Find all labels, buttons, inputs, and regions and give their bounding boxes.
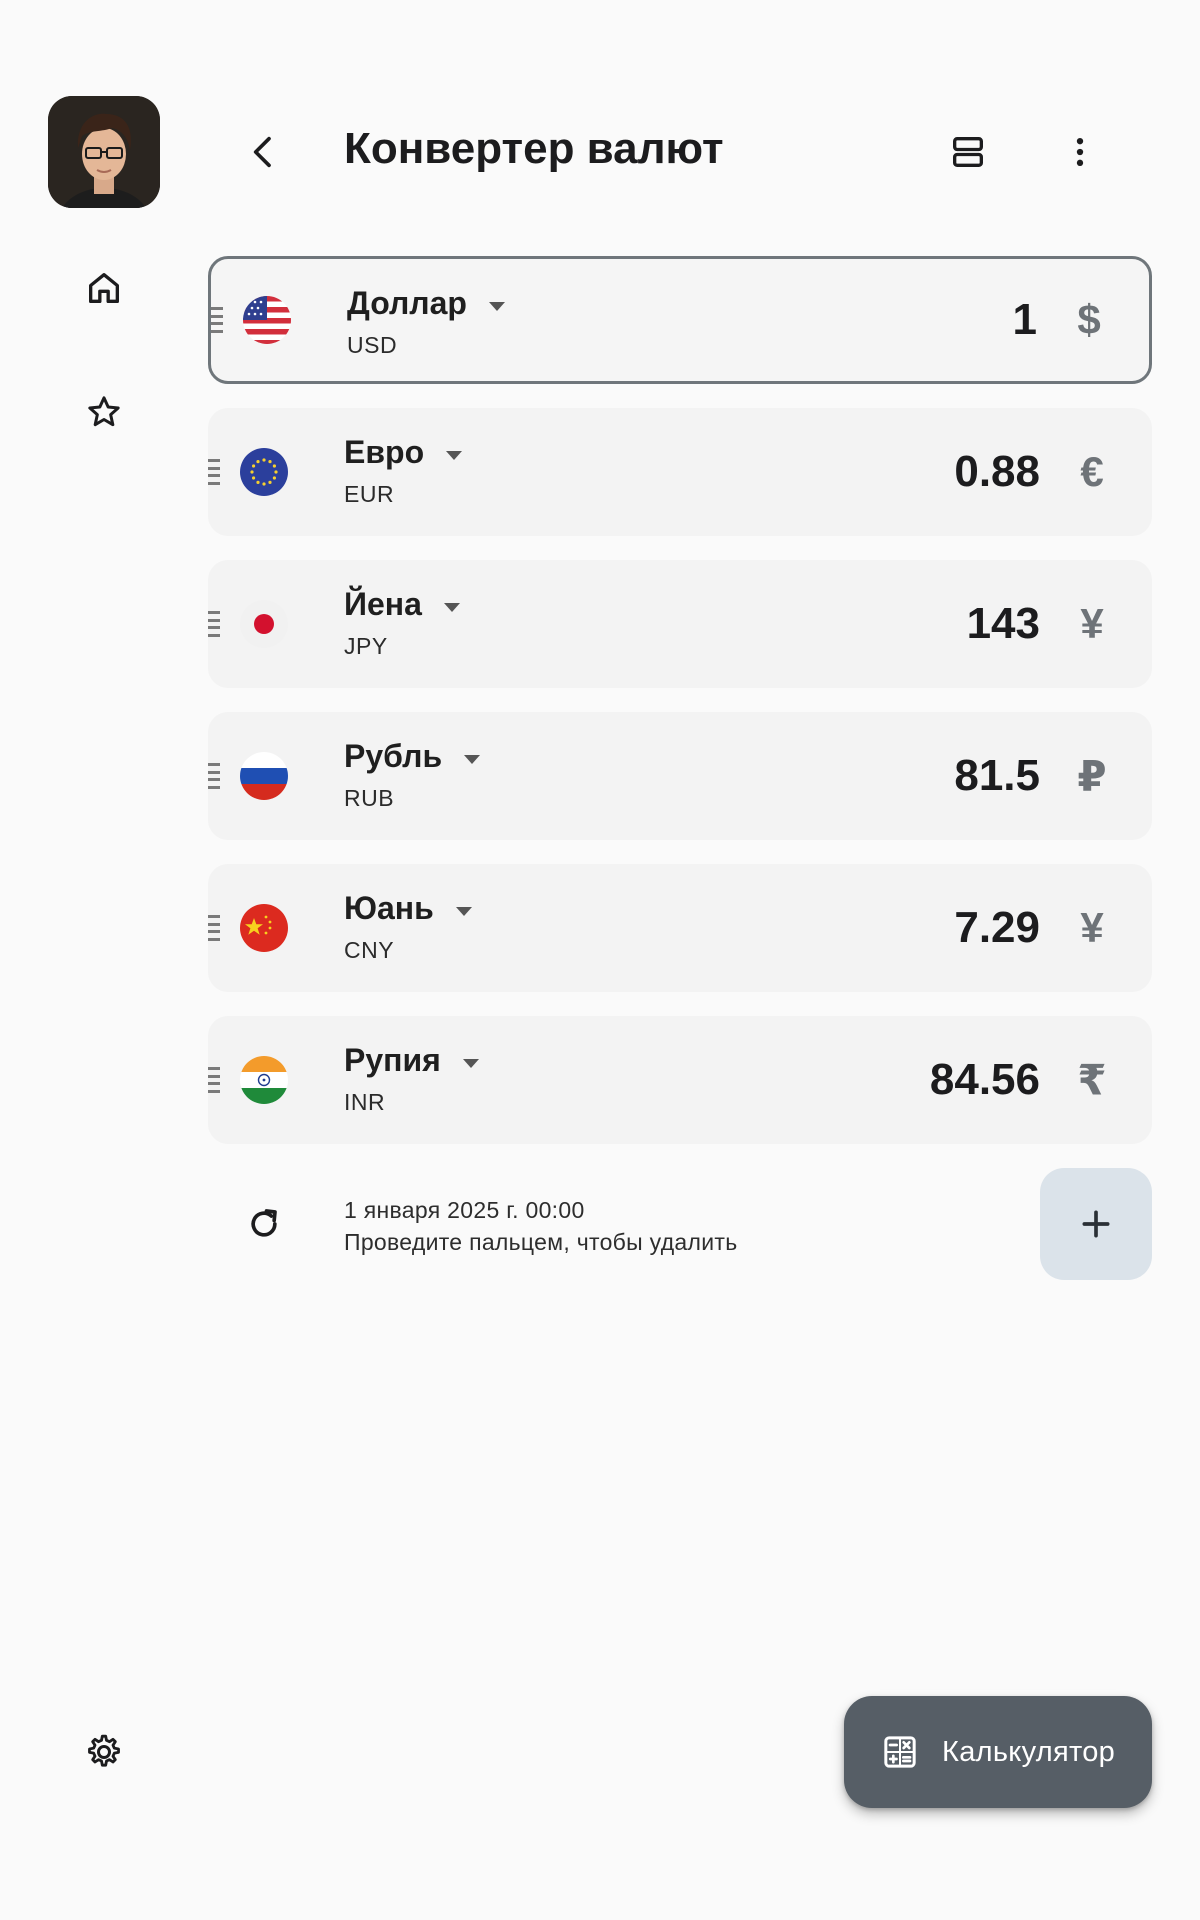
- drag-handle-icon[interactable]: [208, 1067, 220, 1093]
- view-mode-button[interactable]: [936, 120, 1000, 184]
- last-updated-text: 1 января 2025 г. 00:00: [344, 1197, 585, 1223]
- settings-button[interactable]: [72, 1720, 136, 1784]
- currency-amount-input[interactable]: 0.88: [954, 447, 1040, 497]
- eu-flag-icon: [240, 448, 288, 496]
- top-app-bar: Конвертер валют: [208, 104, 1152, 200]
- currency-code: JPY: [344, 633, 388, 659]
- currency-amount-input[interactable]: 143: [967, 599, 1040, 649]
- home-icon: [89, 273, 120, 303]
- gear-icon: [88, 1734, 120, 1767]
- plus-icon: [1082, 1210, 1110, 1238]
- currency-symbol: ¥: [1080, 600, 1104, 647]
- drag-handle-icon[interactable]: [208, 611, 220, 637]
- view-agenda-icon: [953, 137, 983, 167]
- calculator-label: Калькулятор: [942, 1735, 1116, 1768]
- add-currency-button[interactable]: [1040, 1168, 1152, 1280]
- in-flag-icon: [240, 1056, 288, 1104]
- calculator-fab[interactable]: Калькулятор: [844, 1696, 1152, 1808]
- currency-card-inr[interactable]: Рупия INR 84.56 ₹: [208, 1016, 1152, 1144]
- page-title: Конвертер валют: [344, 124, 724, 173]
- drag-handle-icon[interactable]: [208, 459, 220, 485]
- dropdown-arrow-icon[interactable]: [446, 451, 463, 460]
- dropdown-arrow-icon[interactable]: [488, 302, 505, 311]
- currency-name[interactable]: Рупия: [344, 1042, 441, 1079]
- drag-handle-icon[interactable]: [211, 307, 223, 333]
- back-button[interactable]: [232, 120, 296, 184]
- currency-code: INR: [344, 1089, 386, 1115]
- dropdown-arrow-icon[interactable]: [464, 755, 481, 764]
- more-options-button[interactable]: [1048, 120, 1112, 184]
- currency-amount-input[interactable]: 84.56: [930, 1055, 1040, 1105]
- currency-card-rub[interactable]: Рубль RUB 81.5 ₽: [208, 712, 1152, 840]
- nav-home-button[interactable]: [72, 256, 136, 320]
- currency-symbol: $: [1077, 296, 1101, 343]
- currency-symbol: ¥: [1080, 904, 1104, 951]
- us-flag-icon: [243, 296, 291, 344]
- currency-card-jpy[interactable]: Йена JPY 143 ¥: [208, 560, 1152, 688]
- currency-card-cny[interactable]: Юань CNY 7.29 ¥: [208, 864, 1152, 992]
- nav-favorites-button[interactable]: [72, 380, 136, 444]
- refresh-icon: [251, 1209, 277, 1237]
- currency-symbol: €: [1080, 448, 1104, 495]
- currency-amount-input[interactable]: 7.29: [954, 903, 1040, 953]
- arrow-back-icon: [253, 136, 271, 168]
- refresh-button[interactable]: [232, 1192, 296, 1256]
- swipe-hint-text: Проведите пальцем, чтобы удалить: [344, 1229, 738, 1255]
- drag-handle-icon[interactable]: [208, 763, 220, 789]
- currency-card-usd[interactable]: Доллар USD 1 $: [208, 256, 1152, 384]
- calculator-icon: [884, 1736, 916, 1768]
- avatar[interactable]: [48, 96, 160, 208]
- currency-code: CNY: [344, 937, 395, 963]
- currency-code: RUB: [344, 785, 395, 811]
- currency-name[interactable]: Юань: [344, 890, 434, 927]
- currency-name[interactable]: Евро: [344, 434, 424, 471]
- drag-handle-icon[interactable]: [208, 915, 220, 941]
- currency-amount-input[interactable]: 1: [1013, 295, 1037, 345]
- dropdown-arrow-icon[interactable]: [455, 907, 472, 916]
- currency-code: USD: [347, 332, 398, 358]
- ru-flag-icon: [240, 752, 288, 800]
- dropdown-arrow-icon[interactable]: [462, 1059, 479, 1068]
- currency-card-eur[interactable]: Евро EUR 0.88 €: [208, 408, 1152, 536]
- rates-info: 1 января 2025 г. 00:00 Проведите пальцем…: [208, 1168, 1152, 1280]
- avatar-image: [48, 96, 160, 208]
- currency-list: Доллар USD 1 $ Евро EUR 0.88 € Йена JPY …: [208, 256, 1152, 1168]
- navigation-rail: [0, 0, 208, 1920]
- currency-name[interactable]: Йена: [344, 586, 422, 623]
- currency-name[interactable]: Рубль: [344, 738, 442, 775]
- currency-symbol: ₽: [1077, 752, 1107, 800]
- currency-name[interactable]: Доллар: [347, 285, 467, 322]
- currency-symbol: ₹: [1077, 1056, 1107, 1104]
- currency-code: EUR: [344, 481, 395, 507]
- jp-flag-icon: [240, 600, 288, 648]
- star-icon: [88, 396, 120, 427]
- cn-flag-icon: [240, 904, 288, 952]
- dropdown-arrow-icon[interactable]: [443, 603, 460, 612]
- currency-amount-input[interactable]: 81.5: [954, 751, 1040, 801]
- more-vert-icon: [1076, 138, 1084, 166]
